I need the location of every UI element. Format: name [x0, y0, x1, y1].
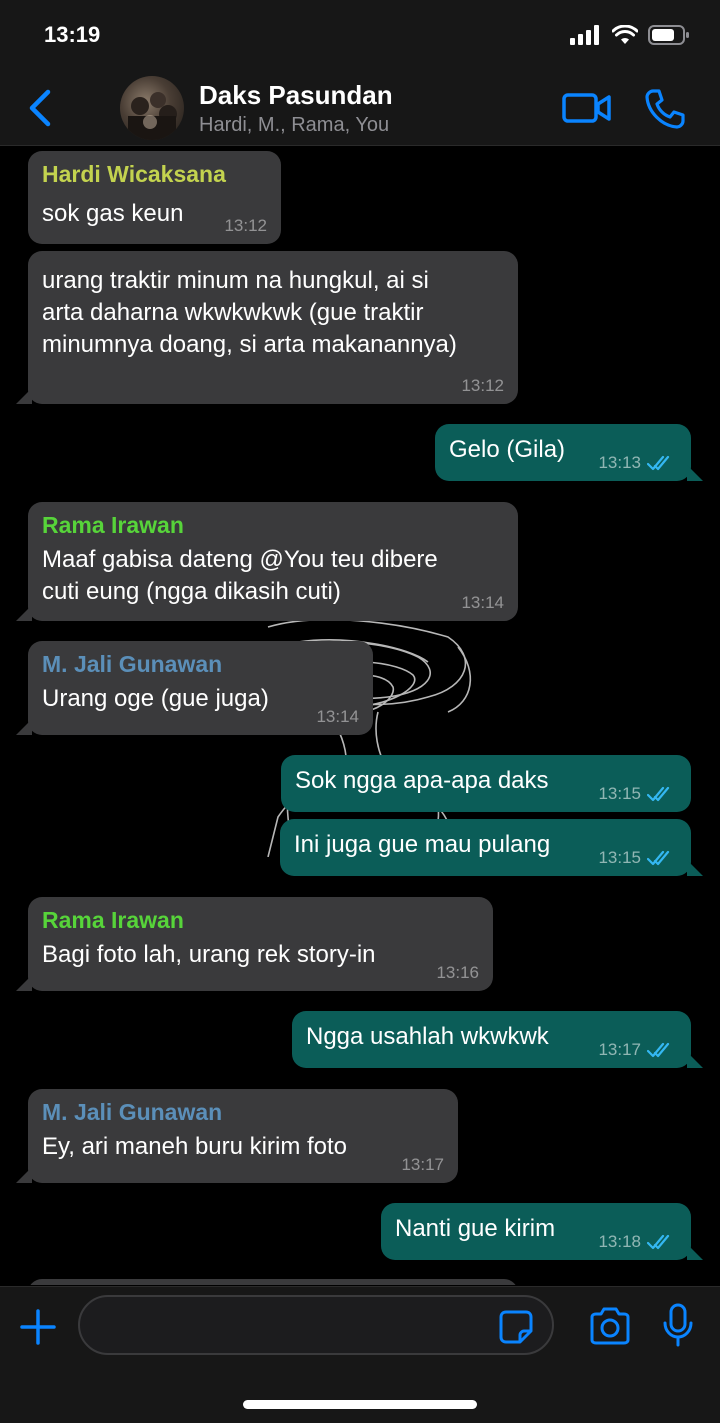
- message-meta: 13:13: [598, 453, 677, 473]
- message-time: 13:15: [598, 848, 641, 867]
- message-bubble-incoming[interactable]: M. Jali Gunawan Ey, ari maneh buru kirim…: [16, 1089, 458, 1183]
- message-text: Bagi foto lah, urang rek story-in: [42, 941, 376, 968]
- message-meta: 13:14: [316, 707, 359, 727]
- message-text: Urang oge (gue juga): [42, 685, 269, 712]
- message-bubble-incoming[interactable]: M. Jali Gunawan Urang oge (gue juga) 13:…: [16, 641, 373, 735]
- message-time: 13:12: [461, 376, 504, 395]
- message-meta: 13:17: [401, 1155, 444, 1175]
- read-receipt-icon: [647, 455, 670, 471]
- group-avatar[interactable]: [120, 76, 184, 140]
- group-photo: [128, 92, 177, 140]
- chat-participants[interactable]: Hardi, M., Rama, You: [199, 114, 389, 137]
- chat-area[interactable]: Hardi Wicaksana sok gas keun 13:12 urang…: [0, 147, 720, 1285]
- message-time: 13:13: [598, 453, 641, 472]
- message-time: 13:17: [401, 1155, 444, 1174]
- chat-header: Daks Pasundan Hardi, M., Rama, You: [0, 70, 720, 146]
- phone-call-icon[interactable]: [644, 88, 686, 130]
- status-icons: [570, 24, 690, 46]
- plus-icon[interactable]: [18, 1307, 58, 1347]
- message-meta: 13:15: [598, 848, 677, 868]
- message-input-bar: [0, 1286, 720, 1423]
- message-meta: 13:14: [461, 593, 504, 613]
- wifi-icon: [612, 25, 638, 44]
- message-time: 13:18: [598, 1232, 641, 1251]
- message-time: 13:14: [461, 593, 504, 612]
- status-bar: 13:19: [0, 0, 720, 70]
- message-input[interactable]: [78, 1295, 554, 1355]
- sender-name: M. Jali Gunawan: [42, 1099, 223, 1125]
- sender-name: Hardi Wicaksana: [42, 161, 226, 187]
- message-text: Ngga usahlah wkwkwk: [306, 1023, 549, 1050]
- back-chevron-icon[interactable]: [22, 88, 58, 128]
- message-bubble-incoming[interactable]: Hardi Wicaksana sok gas keun 13:12: [28, 151, 281, 244]
- battery-icon: [648, 25, 689, 45]
- message-text: Gelo (Gila): [449, 436, 566, 463]
- message-bubble-outgoing[interactable]: Nanti gue kirim 13:18: [381, 1203, 703, 1260]
- message-meta: 13:15: [598, 784, 677, 804]
- microphone-icon[interactable]: [662, 1303, 694, 1347]
- cellular-signal-icon: [570, 25, 599, 45]
- message-bubble-outgoing[interactable]: Ini juga gue mau pulang 13:15: [280, 819, 703, 876]
- message-text: Ini juga gue mau pulang: [294, 831, 551, 858]
- sticker-icon[interactable]: [498, 1309, 534, 1345]
- sender-name: Rama Irawan: [42, 907, 184, 933]
- message-meta: 13:17: [598, 1040, 677, 1060]
- message-text: Ey, ari maneh buru kirim foto: [42, 1133, 348, 1160]
- message-time: 13:12: [224, 216, 267, 235]
- camera-icon[interactable]: [588, 1307, 632, 1345]
- message-meta: 13:12: [461, 376, 504, 396]
- read-receipt-icon: [647, 1234, 670, 1250]
- video-call-icon[interactable]: [562, 90, 612, 126]
- chat-title[interactable]: Daks Pasundan: [199, 80, 393, 111]
- read-receipt-icon: [647, 850, 670, 866]
- message-meta: 13:16: [436, 963, 479, 983]
- message-bubble-outgoing[interactable]: Ngga usahlah wkwkwk 13:17: [292, 1011, 703, 1068]
- message-time: 13:15: [598, 784, 641, 803]
- read-receipt-icon: [647, 1042, 670, 1058]
- message-text-line: urang traktir minum na hungkul, ai si: [42, 267, 429, 294]
- message-text: sok gas keun: [42, 200, 184, 227]
- message-text-line: minumnya doang, si arta makanannya): [42, 331, 457, 358]
- home-indicator[interactable]: [243, 1400, 477, 1409]
- message-bubble-partial[interactable]: [28, 1279, 518, 1285]
- message-time: 13:16: [436, 963, 479, 982]
- message-bubble-incoming[interactable]: urang traktir minum na hungkul, ai si ar…: [16, 251, 518, 404]
- sender-name: M. Jali Gunawan: [42, 651, 223, 677]
- message-text: Nanti gue kirim: [395, 1215, 556, 1242]
- read-receipt-icon: [647, 786, 670, 802]
- message-text-line: arta daharna wkwkwkwk (gue traktir: [42, 299, 424, 326]
- message-bubble-outgoing[interactable]: Gelo (Gila) 13:13: [435, 424, 703, 481]
- message-bubble-outgoing[interactable]: Sok ngga apa-apa daks 13:15: [281, 755, 691, 812]
- message-bubble-incoming[interactable]: Rama Irawan Maaf gabisa dateng @You teu …: [16, 502, 518, 621]
- status-time: 13:19: [44, 22, 101, 47]
- message-bubble-incoming[interactable]: Rama Irawan Bagi foto lah, urang rek sto…: [16, 897, 493, 991]
- message-text: Sok ngga apa-apa daks: [295, 767, 549, 794]
- message-text-line: cuti eung (ngga dikasih cuti): [42, 578, 341, 605]
- message-meta: 13:12: [224, 216, 267, 236]
- message-time: 13:14: [316, 707, 359, 726]
- message-text-line: Maaf gabisa dateng @You teu dibere: [42, 546, 438, 573]
- message-meta: 13:18: [598, 1232, 677, 1252]
- sender-name: Rama Irawan: [42, 512, 184, 538]
- message-time: 13:17: [598, 1040, 641, 1059]
